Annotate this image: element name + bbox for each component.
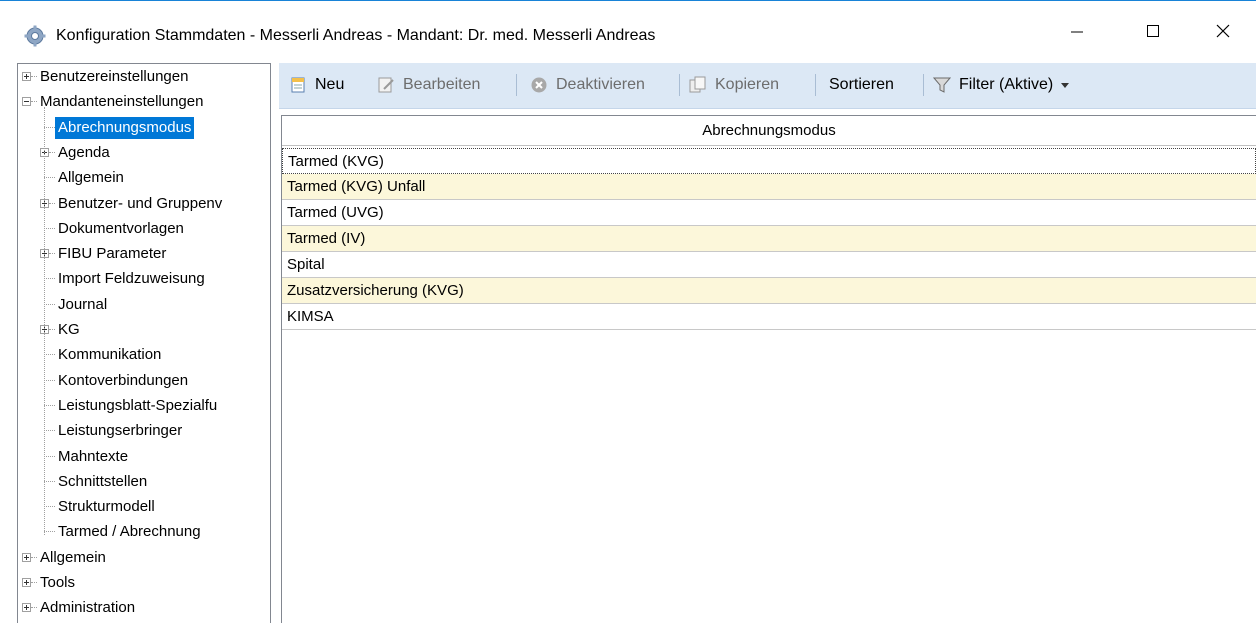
tree-item-label[interactable]: Agenda — [55, 142, 113, 164]
settings-tree[interactable]: Benutzereinstellungen Mandanteneinstellun… — [17, 63, 271, 623]
toolbar-separator — [815, 74, 816, 96]
edit-button[interactable]: Bearbeiten — [377, 73, 480, 97]
copy-label: Kopieren — [715, 76, 780, 93]
gear-icon — [24, 25, 46, 47]
new-button[interactable]: Neu — [289, 73, 344, 97]
sort-label: Sortieren — [829, 76, 894, 93]
table-cell: Tarmed (UVG) — [287, 204, 384, 221]
new-icon — [289, 76, 307, 94]
toolbar-separator — [679, 74, 680, 96]
close-button[interactable] — [1200, 13, 1246, 53]
filter-label: Filter (Aktive) — [959, 76, 1054, 93]
tree-item-label[interactable]: Journal — [55, 294, 110, 316]
collapse-icon[interactable] — [22, 97, 31, 106]
table-row[interactable]: Tarmed (UVG) — [282, 200, 1256, 226]
close-icon — [1216, 24, 1230, 42]
table-cell: Tarmed (KVG) — [288, 153, 384, 170]
tree-item-label[interactable]: KG — [55, 319, 83, 341]
chevron-down-icon — [1061, 76, 1070, 94]
table-cell: Zusatzversicherung (KVG) — [287, 282, 464, 299]
tree-item-label[interactable]: Tarmed / Abrechnung — [55, 521, 204, 543]
tree-item-label[interactable]: Schnittstellen — [55, 471, 150, 493]
tree-item-label[interactable]: Allgemein — [55, 167, 127, 189]
tree-item-label[interactable]: Kommunikation — [55, 344, 164, 366]
table-cell: KIMSA — [287, 308, 334, 325]
table-row[interactable]: KIMSA — [282, 304, 1256, 330]
deactivate-label: Deaktivieren — [556, 76, 645, 93]
column-header[interactable]: Abrechnungsmodus — [282, 116, 1256, 146]
tree-item-label[interactable]: Benutzereinstellungen — [37, 66, 191, 88]
tree-item-label[interactable]: Abrechnungsmodus — [55, 117, 195, 139]
data-grid[interactable]: Abrechnungsmodus Tarmed (KVG) Tarmed (KVG… — [281, 115, 1256, 623]
tree-item-label[interactable]: Import Feldzuweisung — [55, 268, 208, 290]
table-row[interactable]: Tarmed (KVG) — [282, 148, 1256, 174]
tree-item-label[interactable]: Tools — [37, 572, 78, 594]
expand-icon[interactable] — [22, 578, 31, 587]
minimize-icon — [1070, 24, 1084, 42]
minimize-button[interactable] — [1054, 13, 1100, 53]
edit-label: Bearbeiten — [403, 76, 481, 93]
table-row[interactable]: Tarmed (IV) — [282, 226, 1256, 252]
edit-icon — [377, 76, 395, 94]
deactivate-button[interactable]: Deaktivieren — [530, 73, 645, 97]
expand-icon[interactable] — [22, 72, 31, 81]
expand-icon[interactable] — [22, 603, 31, 612]
splitter[interactable] — [271, 63, 279, 623]
maximize-icon — [1146, 24, 1160, 42]
tree-item-label[interactable]: Dokumentvorlagen — [55, 218, 187, 240]
toolbar-separator — [923, 74, 924, 96]
table-cell: Tarmed (IV) — [287, 230, 366, 247]
maximize-button[interactable] — [1130, 13, 1176, 53]
table-cell: Spital — [287, 256, 325, 273]
table-row[interactable]: Spital — [282, 252, 1256, 278]
tree-item-label[interactable]: Mandanteneinstellungen — [37, 91, 206, 113]
funnel-icon — [933, 76, 951, 94]
sort-button[interactable]: Sortieren — [829, 73, 894, 97]
tree-item-label[interactable]: Leistungsblatt-Spezialfu — [55, 395, 220, 417]
tree-item-label[interactable]: Benutzer- und Gruppenv — [55, 193, 225, 215]
config-window: Konfiguration Stammdaten - Messerli Andr… — [0, 0, 1256, 623]
tree-item-label[interactable]: Kontoverbindungen — [55, 370, 191, 392]
tree-item-label[interactable]: Strukturmodell — [55, 496, 158, 518]
copy-button[interactable]: Kopieren — [689, 73, 779, 97]
title-bar[interactable]: Konfiguration Stammdaten - Messerli Andr… — [0, 1, 1256, 63]
tree-item-label[interactable]: FIBU Parameter — [55, 243, 169, 265]
expand-icon[interactable] — [22, 553, 31, 562]
table-row[interactable]: Zusatzversicherung (KVG) — [282, 278, 1256, 304]
copy-icon — [689, 76, 707, 94]
tree-item-label[interactable]: Mahntexte — [55, 446, 131, 468]
tree-connector — [44, 107, 46, 535]
toolbar: Neu Bearbeiten Deaktivieren Kopieren Sor… — [279, 63, 1256, 109]
deactivate-icon — [530, 76, 548, 94]
window-title: Konfiguration Stammdaten - Messerli Andr… — [56, 27, 656, 44]
tree-item-label[interactable]: Allgemein — [37, 547, 109, 569]
tree-item-label[interactable]: Leistungserbringer — [55, 420, 185, 442]
new-label: Neu — [315, 76, 345, 93]
toolbar-separator — [516, 74, 517, 96]
tree-item-label[interactable]: Administration — [37, 597, 138, 619]
table-row[interactable]: Tarmed (KVG) Unfall — [282, 174, 1256, 200]
filter-button[interactable]: Filter (Aktive) — [933, 73, 1070, 97]
table-cell: Tarmed (KVG) Unfall — [287, 178, 426, 195]
